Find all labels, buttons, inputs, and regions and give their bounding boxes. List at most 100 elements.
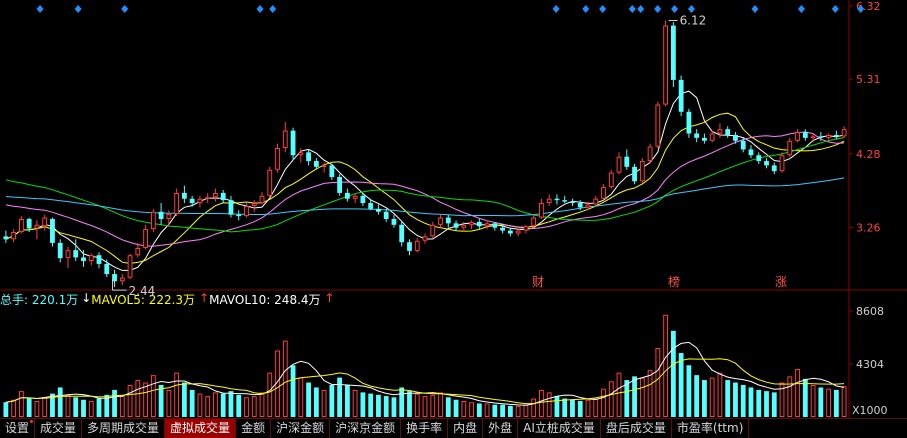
- tab-label: 外盘: [488, 421, 513, 435]
- candle-body: [826, 134, 832, 138]
- candle-down: [764, 158, 769, 169]
- candle-up: [593, 195, 599, 206]
- candle-up: [608, 169, 614, 189]
- tab-inner-volume[interactable]: 内盘: [448, 419, 484, 438]
- tab-amount[interactable]: 金额: [236, 419, 272, 438]
- candle-up: [11, 229, 17, 243]
- volume-bar-down: [802, 378, 808, 417]
- volume-bar-down: [344, 384, 350, 417]
- volume-bar-down: [833, 389, 839, 417]
- candle-body: [445, 217, 451, 224]
- tab-pe-ttm[interactable]: 市盈率(ttm): [672, 419, 750, 438]
- tab-after-hours-volume[interactable]: 盘后成交量: [601, 419, 672, 438]
- candle-down: [624, 149, 630, 170]
- volume-bar-up: [523, 404, 529, 418]
- volume-bar-up: [717, 372, 723, 418]
- candle-down: [57, 239, 63, 263]
- candle-body: [686, 111, 692, 134]
- candle-body: [461, 224, 467, 228]
- candle-down: [678, 75, 684, 117]
- candle-up: [42, 214, 48, 231]
- volume-bar-up: [88, 400, 94, 418]
- volume-bar-down: [96, 398, 102, 417]
- candle-up: [469, 220, 474, 230]
- candle-body: [500, 227, 506, 231]
- tab-turnover-rate[interactable]: 换手率: [401, 419, 449, 438]
- candle-body: [337, 176, 343, 193]
- candle-body: [787, 140, 793, 156]
- candle-up: [601, 184, 606, 201]
- event-diamond-icon: [751, 5, 759, 13]
- price-tick-label: 4.28: [856, 148, 881, 161]
- volume-bar-down: [376, 394, 381, 417]
- volume-bar-down: [748, 387, 754, 417]
- total-volume-label: 总手: 220.1万: [0, 293, 79, 307]
- tab-ai-pile-volume[interactable]: AI立桩成交量: [518, 419, 601, 438]
- candle-up: [143, 224, 148, 250]
- candle-body: [764, 161, 769, 166]
- tab-sh-sz-bj-amount[interactable]: 沪深京金额: [330, 419, 402, 438]
- volume-bar-down: [220, 393, 226, 417]
- volume-bar-up: [282, 340, 288, 417]
- candle-body: [228, 200, 234, 215]
- tab-settings[interactable]: 设置: [0, 419, 36, 438]
- candle-body: [352, 195, 358, 199]
- candle-down: [476, 219, 482, 230]
- volume-bar-up: [430, 394, 436, 417]
- volume-bar-down: [158, 384, 164, 417]
- candle-body: [383, 211, 389, 219]
- candle-down: [570, 198, 575, 206]
- candle-down: [407, 239, 412, 256]
- volume-bar-up: [321, 389, 327, 418]
- candle-down: [632, 163, 637, 185]
- volume-bar-up: [205, 396, 211, 417]
- tab-label: 金额: [241, 421, 266, 435]
- tab-virtual-volume[interactable]: 虚拟成交量: [165, 419, 237, 438]
- volume-bar-up: [663, 314, 669, 418]
- tab-volume[interactable]: 成交量: [35, 419, 83, 438]
- tab-label: 沪深金额: [276, 421, 325, 435]
- volume-bar-down: [678, 352, 684, 417]
- candle-body: [391, 219, 397, 225]
- candle-body: [313, 161, 319, 167]
- candle-body: [430, 224, 436, 237]
- candle-up: [438, 214, 443, 228]
- volume-bar-up: [601, 388, 606, 418]
- volume-bar-down: [57, 387, 63, 417]
- candle-body: [158, 211, 164, 219]
- tab-notification-dot: [30, 420, 34, 423]
- volume-bar-up: [143, 382, 148, 417]
- volume-bar-down: [554, 396, 560, 417]
- candle-up: [127, 253, 133, 280]
- volume-bar-down: [26, 398, 32, 417]
- volume-bar-up: [810, 384, 816, 418]
- candle-down: [236, 210, 242, 221]
- candle-up: [484, 220, 490, 230]
- tab-multi-period-volume[interactable]: 多周期成交量: [82, 419, 166, 438]
- candle-body: [539, 203, 544, 218]
- volume-bar-up: [787, 376, 793, 417]
- tab-sh-sz-amount[interactable]: 沪深金额: [271, 419, 331, 438]
- candle-down: [376, 204, 381, 215]
- candle-up: [539, 198, 544, 219]
- volume-bar-up: [841, 386, 847, 418]
- tab-outer-volume[interactable]: 外盘: [483, 419, 519, 438]
- volume-bar-up: [267, 372, 273, 418]
- candle-body: [546, 198, 552, 204]
- candle-down: [73, 239, 79, 262]
- ma20-line: [5, 131, 845, 247]
- candle-body: [181, 192, 187, 199]
- candle-down: [104, 259, 110, 277]
- candle-body: [632, 166, 637, 182]
- volume-bar-up: [166, 389, 172, 418]
- candle-down: [181, 185, 187, 204]
- candle-body: [174, 192, 180, 214]
- event-marker-label: 榜: [668, 274, 680, 289]
- candle-body: [119, 277, 125, 282]
- candle-up: [414, 237, 420, 253]
- indicator-tab-bar: 设置 成交量 多周期成交量 虚拟成交量 金额 沪深金额 沪深京金额 换手率 内盘…: [0, 418, 907, 438]
- candle-body: [624, 156, 630, 167]
- candle-body: [802, 132, 808, 138]
- volume-bar-down: [329, 384, 335, 417]
- candle-down: [50, 217, 55, 247]
